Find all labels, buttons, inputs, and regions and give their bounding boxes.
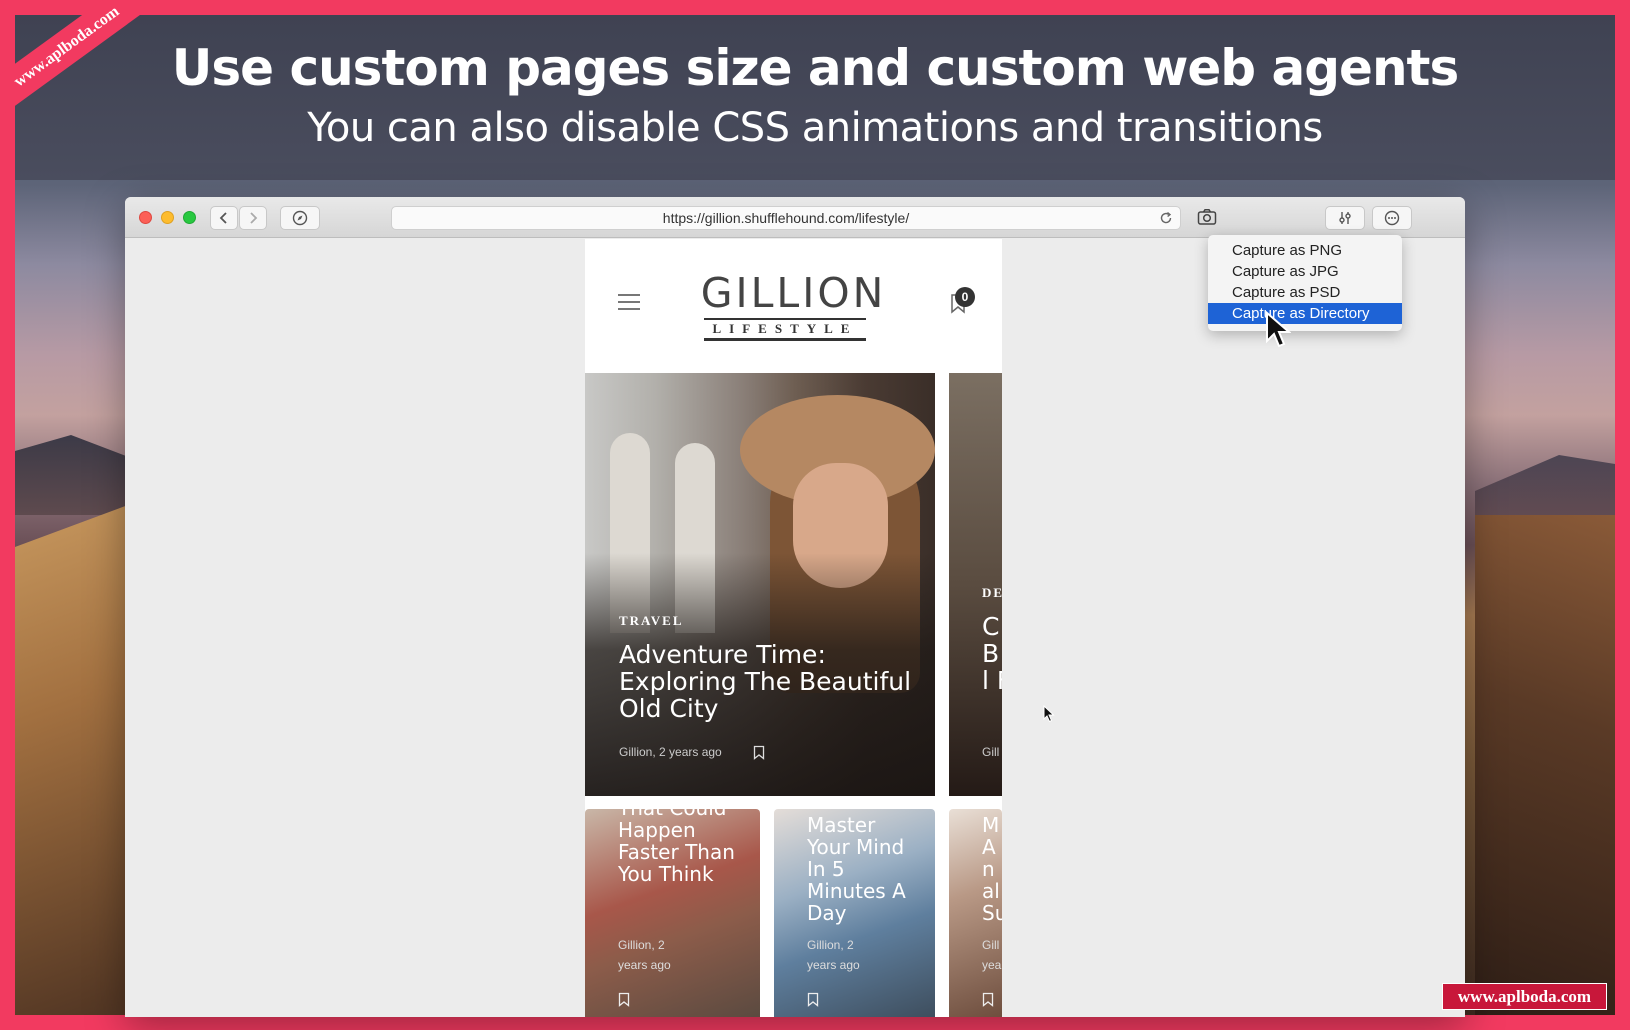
- camera-icon[interactable]: [1197, 208, 1217, 226]
- article-meta: Gill: [982, 745, 1000, 759]
- promo-banner: Use custom pages size and custom web age…: [15, 15, 1615, 180]
- article-meta: Gillion, 2 years ago: [619, 745, 722, 759]
- article-meta: Gillion, 2 years ago: [807, 938, 860, 972]
- bookmark-icon[interactable]: [982, 992, 994, 1007]
- reload-icon[interactable]: [1158, 210, 1174, 226]
- web-page: GILLION LIFESTYLE 0 TRAVEL Adventure Tim…: [585, 239, 1002, 1017]
- hero-article-card[interactable]: TRAVEL Adventure Time: Exploring The Bea…: [585, 373, 935, 796]
- open-safari-button[interactable]: [280, 206, 320, 230]
- more-icon: [1384, 210, 1400, 226]
- article-title[interactable]: M A In al Su: [982, 814, 1002, 924]
- article-title[interactable]: Adventure Time: Exploring The Beautiful …: [619, 641, 919, 722]
- article-card[interactable]: M A In al Su Gillyea: [949, 809, 1002, 1017]
- close-window-button[interactable]: [139, 211, 152, 224]
- site-logo-subtitle: LIFESTYLE: [704, 318, 866, 341]
- article-category[interactable]: TRAVEL: [619, 613, 684, 629]
- menu-item-capture-directory[interactable]: Capture as Directory: [1208, 303, 1402, 324]
- article-category[interactable]: DE: [982, 585, 1002, 601]
- banner-title: Use custom pages size and custom web age…: [171, 39, 1459, 97]
- menu-item-capture-psd[interactable]: Capture as PSD: [1208, 282, 1402, 303]
- watermark-badge: www.aplboda.com: [1442, 983, 1607, 1010]
- article-card[interactable]: That Could Happen Faster Than You Think …: [585, 809, 760, 1017]
- site-header: GILLION LIFESTYLE 0: [585, 239, 1002, 372]
- address-bar[interactable]: https://gillion.shufflehound.com/lifesty…: [391, 206, 1181, 230]
- bookmark-icon[interactable]: [753, 745, 765, 760]
- dune-right: [1475, 515, 1615, 1015]
- minimize-window-button[interactable]: [161, 211, 174, 224]
- address-url: https://gillion.shufflehound.com/lifesty…: [662, 210, 910, 226]
- back-button[interactable]: [210, 206, 238, 230]
- article-meta: Gill yea: [982, 938, 1002, 972]
- article-card[interactable]: Master Your Mind In 5 Minutes A Day Gill…: [774, 809, 935, 1017]
- side-article-card[interactable]: DE C B cl Fi Gill: [949, 373, 1002, 796]
- settings-sliders-button[interactable]: [1325, 206, 1365, 230]
- back-icon: [219, 212, 227, 224]
- capture-format-menu: Capture as PNG Capture as JPG Capture as…: [1208, 235, 1402, 331]
- forward-button[interactable]: [239, 206, 267, 230]
- mouse-pointer-icon: [1266, 311, 1291, 348]
- forward-icon: [250, 212, 258, 224]
- browser-toolbar: https://gillion.shufflehound.com/lifesty…: [125, 197, 1465, 238]
- menu-item-capture-jpg[interactable]: Capture as JPG: [1208, 261, 1402, 282]
- browser-window: https://gillion.shufflehound.com/lifesty…: [125, 197, 1465, 1017]
- article-meta: Gillion, 2 years ago: [618, 938, 671, 972]
- more-options-button[interactable]: [1372, 206, 1412, 230]
- banner-subtitle: You can also disable CSS animations and …: [307, 105, 1323, 151]
- bookmark-count-badge: 0: [955, 287, 975, 307]
- compass-icon: [292, 210, 308, 226]
- site-logo[interactable]: GILLION: [585, 269, 1002, 317]
- menu-item-capture-png[interactable]: Capture as PNG: [1208, 240, 1402, 261]
- sliders-icon: [1339, 212, 1351, 224]
- zoom-window-button[interactable]: [183, 211, 196, 224]
- article-title[interactable]: That Could Happen Faster Than You Think: [618, 809, 748, 885]
- mouse-pointer-icon: [1043, 705, 1055, 723]
- bookmark-icon[interactable]: [618, 992, 630, 1007]
- bookmark-icon[interactable]: [807, 992, 819, 1007]
- article-title[interactable]: C B cl Fi: [982, 613, 1002, 694]
- article-title[interactable]: Master Your Mind In 5 Minutes A Day: [807, 814, 917, 924]
